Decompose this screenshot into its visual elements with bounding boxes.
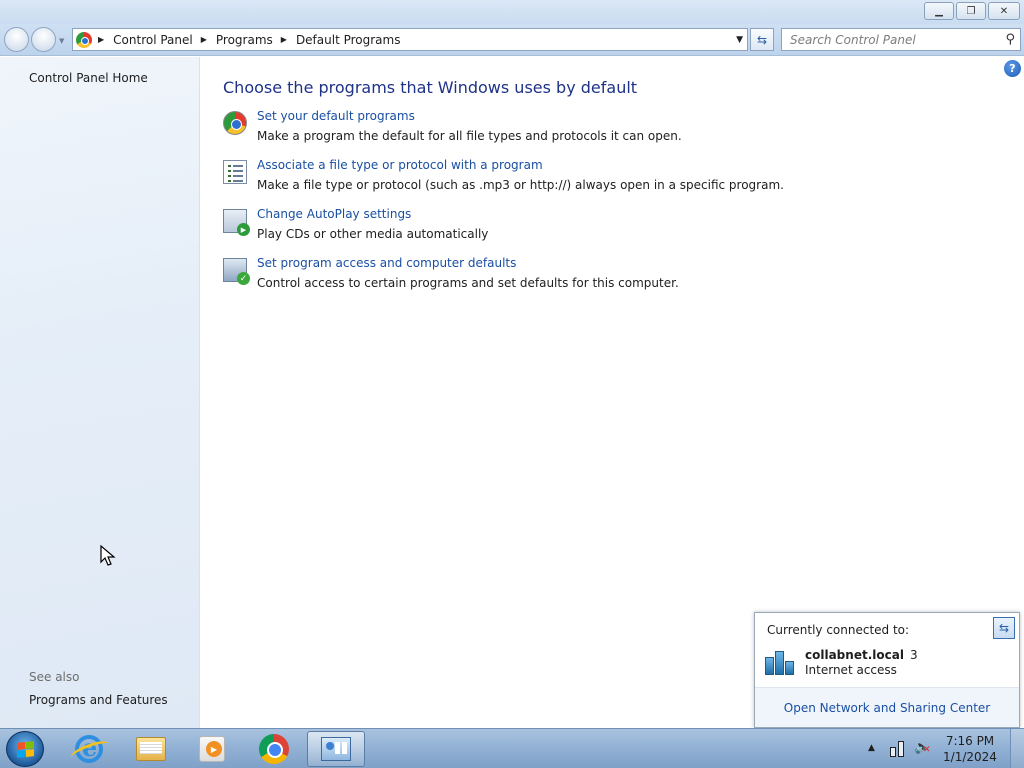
control-panel-home-link[interactable]: Control Panel Home [29, 71, 148, 85]
program-access-link[interactable]: Set program access and computer defaults [257, 256, 516, 270]
show-desktop-button[interactable] [1010, 729, 1024, 768]
refresh-button[interactable]: ⇆ [750, 28, 774, 51]
page-title: Choose the programs that Windows uses by… [223, 78, 638, 97]
internet-explorer-icon [75, 733, 103, 763]
forward-button[interactable] [31, 27, 56, 52]
windows-logo-icon [17, 741, 34, 758]
task-description: Make a program the default for all file … [257, 129, 682, 143]
search-icon[interactable]: ⚲ [1005, 32, 1015, 47]
network-tray-icon[interactable] [890, 741, 906, 757]
breadcrumb-programs[interactable]: Programs [216, 33, 273, 47]
task-description: Make a file type or protocol (such as .m… [257, 178, 784, 192]
chevron-right-icon[interactable]: ▶ [98, 35, 104, 44]
back-button[interactable] [4, 27, 29, 52]
address-dropdown-icon[interactable]: ▼ [736, 35, 743, 45]
search-input[interactable] [782, 29, 992, 50]
chevron-right-icon[interactable]: ▶ [281, 35, 287, 44]
network-name: collabnet.local 3 [805, 648, 918, 662]
breadcrumb: ▶ Control Panel ▶ Programs ▶ Default Pro… [92, 33, 400, 47]
associate-file-type-link[interactable]: Associate a file type or protocol with a… [257, 158, 543, 172]
programs-and-features-link[interactable]: Programs and Features [29, 693, 168, 707]
taskbar-chrome[interactable] [245, 731, 303, 767]
control-panel-icon [321, 737, 351, 761]
taskbar-internet-explorer[interactable] [60, 731, 118, 767]
window-title-bar: ▁ ❐ ✕ [0, 0, 1024, 24]
restore-button[interactable]: ❐ [956, 2, 986, 20]
search-box[interactable]: ⚲ [781, 28, 1021, 51]
task-item-autoplay: Change AutoPlay settings Play CDs or oth… [223, 207, 923, 249]
start-button[interactable] [6, 731, 44, 767]
network-status: Internet access [805, 663, 897, 677]
breadcrumb-default-programs[interactable]: Default Programs [296, 33, 401, 47]
taskbar-media-player[interactable] [183, 731, 241, 767]
restore-icon: ❐ [966, 5, 976, 17]
refresh-icon: ⇆ [998, 621, 1010, 635]
change-autoplay-link[interactable]: Change AutoPlay settings [257, 207, 411, 221]
navigation-bar: ▼ ▶ Control Panel ▶ Programs ▶ Default P… [0, 24, 1024, 56]
close-button[interactable]: ✕ [988, 2, 1020, 20]
clock[interactable]: 7:16 PM 1/1/2024 [940, 733, 1000, 765]
sidebar: Control Panel Home See also Programs and… [0, 57, 200, 728]
autoplay-icon [223, 209, 250, 236]
refresh-icon: ⇆ [756, 32, 768, 47]
minimize-icon: ▁ [935, 5, 943, 17]
show-hidden-icons-icon[interactable]: ▲ [868, 743, 875, 753]
clock-time: 7:16 PM [945, 734, 995, 748]
control-panel-icon [76, 31, 92, 48]
network-status-popup: Currently connected to: ⇆ collabnet.loca… [754, 612, 1020, 728]
set-default-programs-link[interactable]: Set your default programs [257, 109, 415, 123]
minimize-button[interactable]: ▁ [924, 2, 954, 20]
chrome-icon [259, 734, 289, 764]
task-description: Control access to certain programs and s… [257, 276, 679, 290]
folder-icon [136, 737, 166, 761]
mouse-cursor-icon [100, 545, 116, 566]
volume-muted-icon[interactable]: 🔈 ✕ [914, 740, 931, 755]
breadcrumb-control-panel[interactable]: Control Panel [113, 33, 193, 47]
taskbar-windows-explorer[interactable] [122, 731, 180, 767]
task-item-default-programs: Set your default programs Make a program… [223, 109, 923, 151]
domain-network-icon [765, 649, 795, 675]
network-popup-title: Currently connected to: [767, 623, 910, 637]
network-popup-footer: Open Network and Sharing Center [755, 687, 1019, 727]
taskbar-control-panel[interactable] [307, 731, 365, 767]
help-icon[interactable]: ? [1004, 60, 1021, 77]
default-programs-icon [223, 111, 247, 135]
close-icon: ✕ [999, 5, 1009, 17]
task-item-file-association: Associate a file type or protocol with a… [223, 158, 923, 200]
recent-pages-dropdown[interactable]: ▼ [59, 37, 64, 45]
see-also-label: See also [29, 670, 80, 684]
network-number: 3 [909, 648, 918, 662]
network-refresh-button[interactable]: ⇆ [993, 617, 1015, 639]
task-item-program-access: Set program access and computer defaults… [223, 256, 923, 298]
taskbar: ▲ 🔈✕ 7:16 PM 1/1/2024 [0, 728, 1024, 768]
program-access-icon [223, 258, 250, 285]
file-association-icon [223, 160, 247, 184]
clock-date: 1/1/2024 [943, 750, 997, 764]
window-controls: ▁ ❐ ✕ [924, 2, 1020, 20]
open-network-sharing-center-link[interactable]: Open Network and Sharing Center [784, 701, 990, 715]
task-description: Play CDs or other media automatically [257, 227, 489, 241]
media-player-icon [199, 736, 225, 762]
chevron-right-icon[interactable]: ▶ [201, 35, 207, 44]
address-bar[interactable]: ▶ Control Panel ▶ Programs ▶ Default Pro… [72, 28, 748, 51]
